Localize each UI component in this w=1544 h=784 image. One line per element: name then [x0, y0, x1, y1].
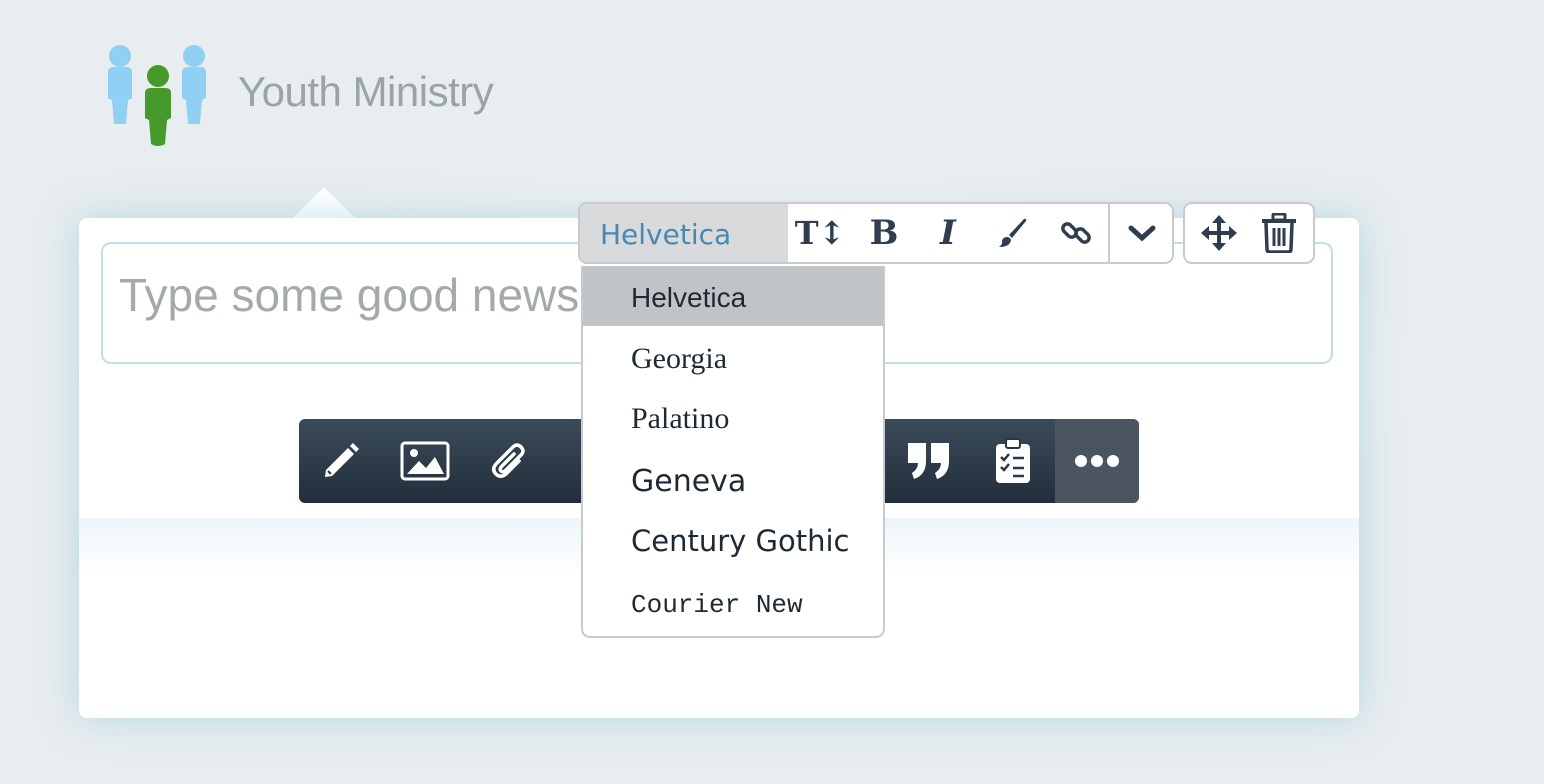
font-option-georgia[interactable]: Georgia — [583, 328, 883, 388]
text-format-toolbar: Helvetica T↕ B I — [578, 202, 1174, 264]
font-option-label: Courier New — [631, 590, 803, 620]
pencil-icon — [325, 443, 359, 477]
font-option-courier-new[interactable]: Courier New — [583, 572, 883, 632]
trash-icon — [1262, 213, 1296, 253]
font-option-label: Georgia — [631, 342, 728, 375]
checklist-button[interactable] — [971, 419, 1055, 503]
block-actions-toolbar — [1183, 202, 1315, 264]
move-button[interactable] — [1187, 204, 1251, 262]
pencil-button[interactable] — [299, 419, 383, 503]
font-family-dropdown: Helvetica Georgia Palatino Geneva Centur… — [581, 266, 885, 638]
font-option-century-gothic[interactable]: Century Gothic — [583, 510, 883, 570]
font-option-label: Palatino — [631, 402, 730, 435]
three-people-logo-icon — [106, 40, 216, 150]
quote-button[interactable] — [887, 419, 971, 503]
font-option-geneva[interactable]: Geneva — [583, 450, 883, 510]
more-button[interactable] — [1055, 419, 1139, 503]
font-option-label: Helvetica — [631, 282, 747, 313]
link-format-button[interactable] — [1044, 204, 1108, 262]
post-input-placeholder: Type some good news — [119, 269, 580, 321]
italic-button[interactable]: I — [916, 204, 980, 262]
link-icon — [1061, 222, 1091, 244]
font-option-label: Geneva — [631, 464, 747, 499]
bold-icon: B — [869, 213, 899, 253]
card-pointer — [292, 187, 356, 219]
attachment-button[interactable] — [467, 419, 551, 503]
text-size-button[interactable]: T↕ — [788, 204, 852, 262]
font-family-value: Helvetica — [600, 218, 732, 251]
more-icon — [1075, 455, 1119, 467]
text-size-icon: T↕ — [794, 214, 846, 252]
clipboard-checklist-icon — [996, 438, 1030, 483]
color-button[interactable] — [980, 204, 1044, 262]
quote-icon — [908, 443, 949, 479]
italic-icon: I — [940, 213, 956, 253]
font-option-label: Century Gothic — [631, 524, 850, 558]
bold-button[interactable]: B — [852, 204, 916, 262]
paperclip-icon — [492, 443, 525, 478]
app-title: Youth Ministry — [238, 68, 494, 115]
image-icon — [400, 441, 450, 481]
image-button[interactable] — [383, 419, 467, 503]
paintbrush-icon — [999, 218, 1027, 247]
chevron-down-icon — [1128, 225, 1156, 242]
delete-button[interactable] — [1247, 204, 1311, 262]
font-option-helvetica[interactable]: Helvetica — [583, 266, 883, 326]
move-icon — [1201, 215, 1237, 251]
font-option-palatino[interactable]: Palatino — [583, 388, 883, 448]
more-format-button[interactable] — [1110, 204, 1172, 262]
font-family-select[interactable]: Helvetica — [580, 204, 788, 262]
